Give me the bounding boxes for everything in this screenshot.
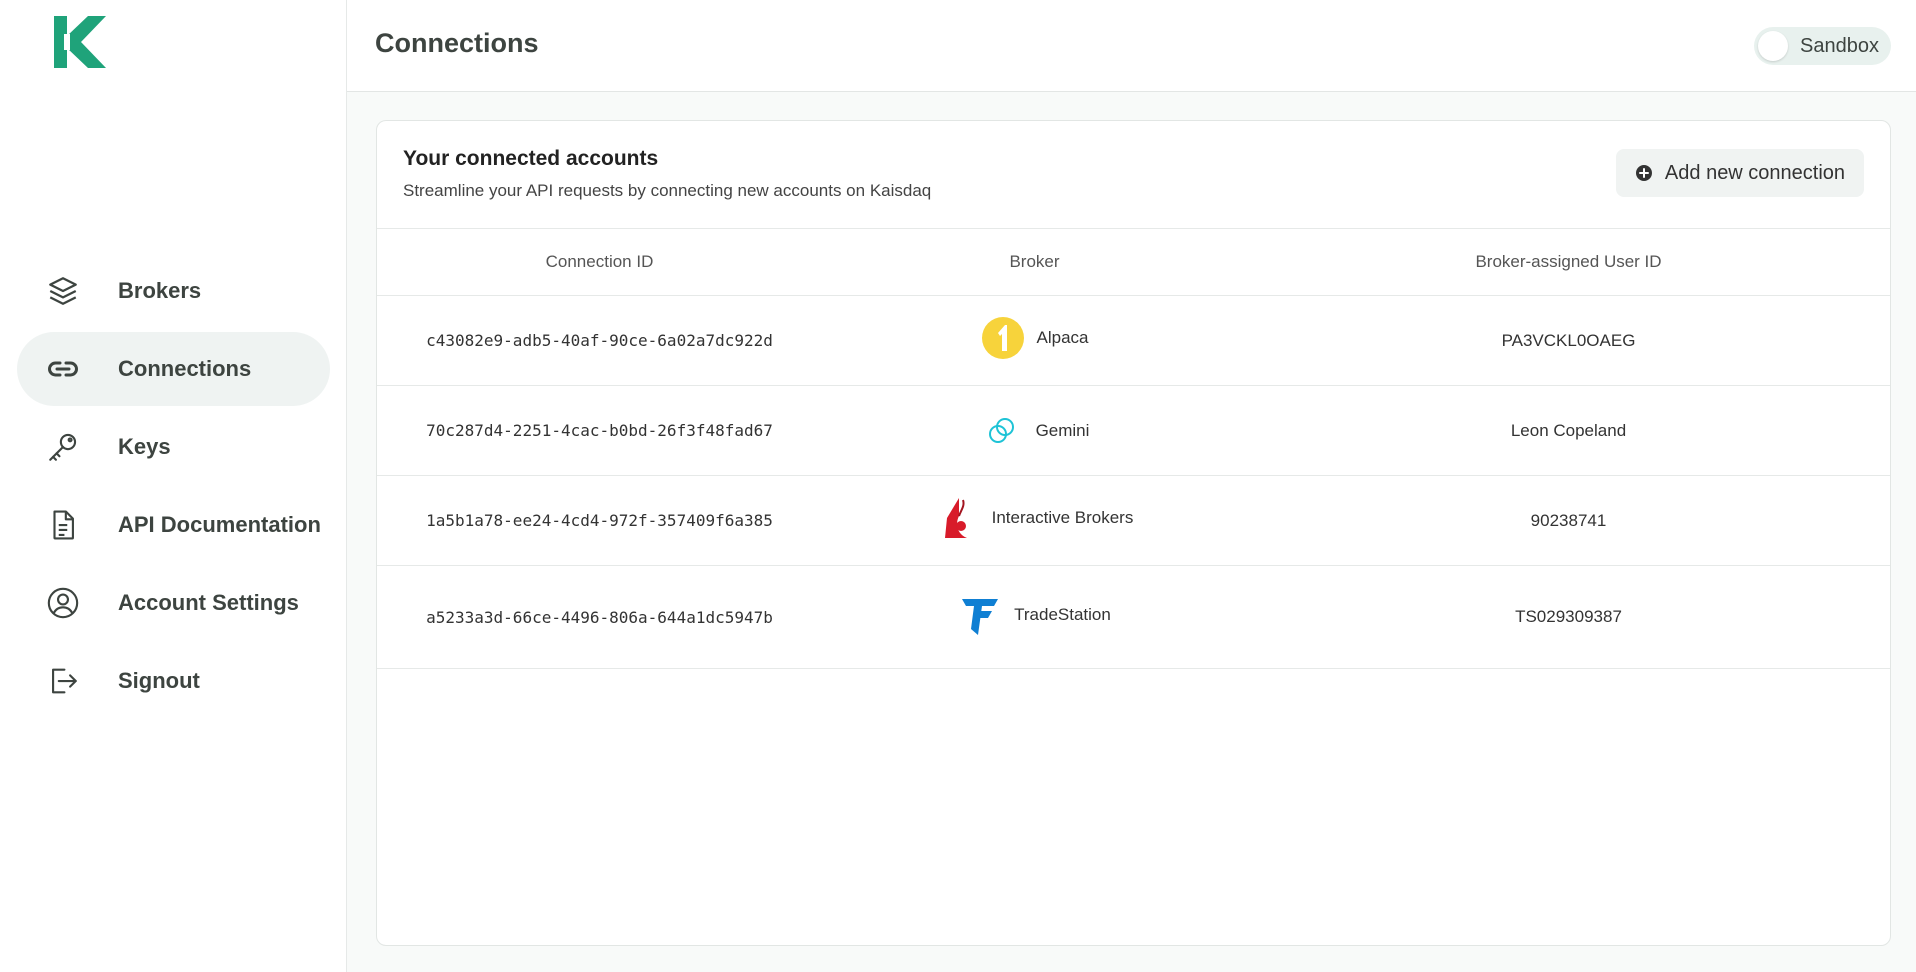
user-id-cell: PA3VCKL0OAEG	[1247, 295, 1890, 386]
user-circle-icon	[45, 585, 81, 621]
broker-cell: TradeStation	[822, 565, 1247, 669]
card-title: Your connected accounts	[403, 147, 659, 170]
connection-id-cell: c43082e9-adb5-40af-90ce-6a02a7dc922d	[377, 295, 822, 386]
sidebar-item-signout[interactable]: Signout	[17, 644, 330, 718]
link-icon	[45, 351, 81, 387]
key-icon	[45, 429, 81, 465]
card-subtitle: Streamline your API requests by connecti…	[403, 181, 932, 200]
user-id-cell: Leon Copeland	[1247, 385, 1890, 476]
sandbox-toggle[interactable]: Sandbox	[1754, 27, 1891, 65]
sidebar-item-account-settings[interactable]: Account Settings	[17, 566, 330, 640]
sidebar-item-label: API Documentation	[118, 512, 321, 537]
signout-icon	[45, 663, 81, 699]
table-row[interactable]: a5233a3d-66ce-4496-806a-644a1dc5947b Tra…	[377, 565, 1890, 669]
tradestation-logo-icon	[958, 593, 1002, 637]
kaisdaq-logo[interactable]	[54, 16, 108, 68]
broker-name: TradeStation	[1014, 604, 1111, 624]
sandbox-label: Sandbox	[1800, 34, 1879, 57]
sidebar-nav: Brokers Connections Keys API Documentati…	[17, 254, 330, 722]
plus-circle-icon	[1635, 164, 1653, 182]
sidebar-item-label: Account Settings	[118, 590, 299, 615]
sidebar-item-label: Signout	[118, 668, 200, 693]
header: Connections Sandbox	[347, 0, 1916, 92]
sidebar-item-api-documentation[interactable]: API Documentation	[17, 488, 330, 562]
sidebar-item-keys[interactable]: Keys	[17, 410, 330, 484]
table-row[interactable]: 70c287d4-2251-4cac-b0bd-26f3f48fad67 Gem…	[377, 385, 1890, 476]
interactive-brokers-logo-icon	[936, 496, 980, 540]
main-content: Your connected accounts Streamline your …	[347, 92, 1916, 972]
document-icon	[45, 507, 81, 543]
column-header-broker[interactable]: Broker	[822, 229, 1247, 296]
sidebar-item-connections[interactable]: Connections	[17, 332, 330, 406]
broker-name: Alpaca	[1036, 328, 1089, 347]
alpaca-logo-icon	[981, 316, 1025, 360]
table-row[interactable]: c43082e9-adb5-40af-90ce-6a02a7dc922d Alp…	[377, 295, 1890, 386]
connection-id-cell: 1a5b1a78-ee24-4cd4-972f-357409f6a385	[377, 475, 822, 566]
user-id-cell: TS029309387	[1247, 565, 1890, 669]
gemini-logo-icon	[980, 409, 1024, 453]
broker-cell: Alpaca	[822, 295, 1247, 386]
sidebar-item-label: Connections	[118, 356, 252, 381]
broker-cell: Interactive Brokers	[822, 475, 1247, 566]
table-row[interactable]: 1a5b1a78-ee24-4cd4-972f-357409f6a385 Int…	[377, 475, 1890, 566]
connection-id-cell: a5233a3d-66ce-4496-806a-644a1dc5947b	[377, 565, 822, 669]
broker-name: Interactive Brokers	[991, 508, 1134, 527]
broker-name: Gemini	[1035, 420, 1090, 440]
add-connection-button[interactable]: Add new connection	[1616, 149, 1864, 197]
table-header-row: Connection ID Broker Broker-assigned Use…	[377, 229, 1890, 296]
sidebar-item-label: Keys	[118, 434, 171, 459]
sidebar-item-label: Brokers	[118, 278, 202, 303]
column-header-user-id[interactable]: Broker-assigned User ID	[1247, 229, 1890, 296]
layers-icon	[45, 273, 81, 309]
broker-cell: Gemini	[822, 385, 1247, 476]
page-title: Connections	[375, 28, 539, 58]
connections-table: Connection ID Broker Broker-assigned Use…	[377, 229, 1890, 669]
toggle-knob	[1758, 31, 1788, 61]
connections-card: Your connected accounts Streamline your …	[376, 120, 1891, 946]
add-connection-label: Add new connection	[1664, 161, 1846, 184]
user-id-cell: 90238741	[1247, 475, 1890, 566]
column-header-connection-id[interactable]: Connection ID	[377, 229, 822, 296]
sidebar: Brokers Connections Keys API Documentati…	[0, 0, 347, 972]
connection-id-cell: 70c287d4-2251-4cac-b0bd-26f3f48fad67	[377, 385, 822, 476]
card-header: Your connected accounts Streamline your …	[377, 121, 1890, 229]
sidebar-item-brokers[interactable]: Brokers	[17, 254, 330, 328]
